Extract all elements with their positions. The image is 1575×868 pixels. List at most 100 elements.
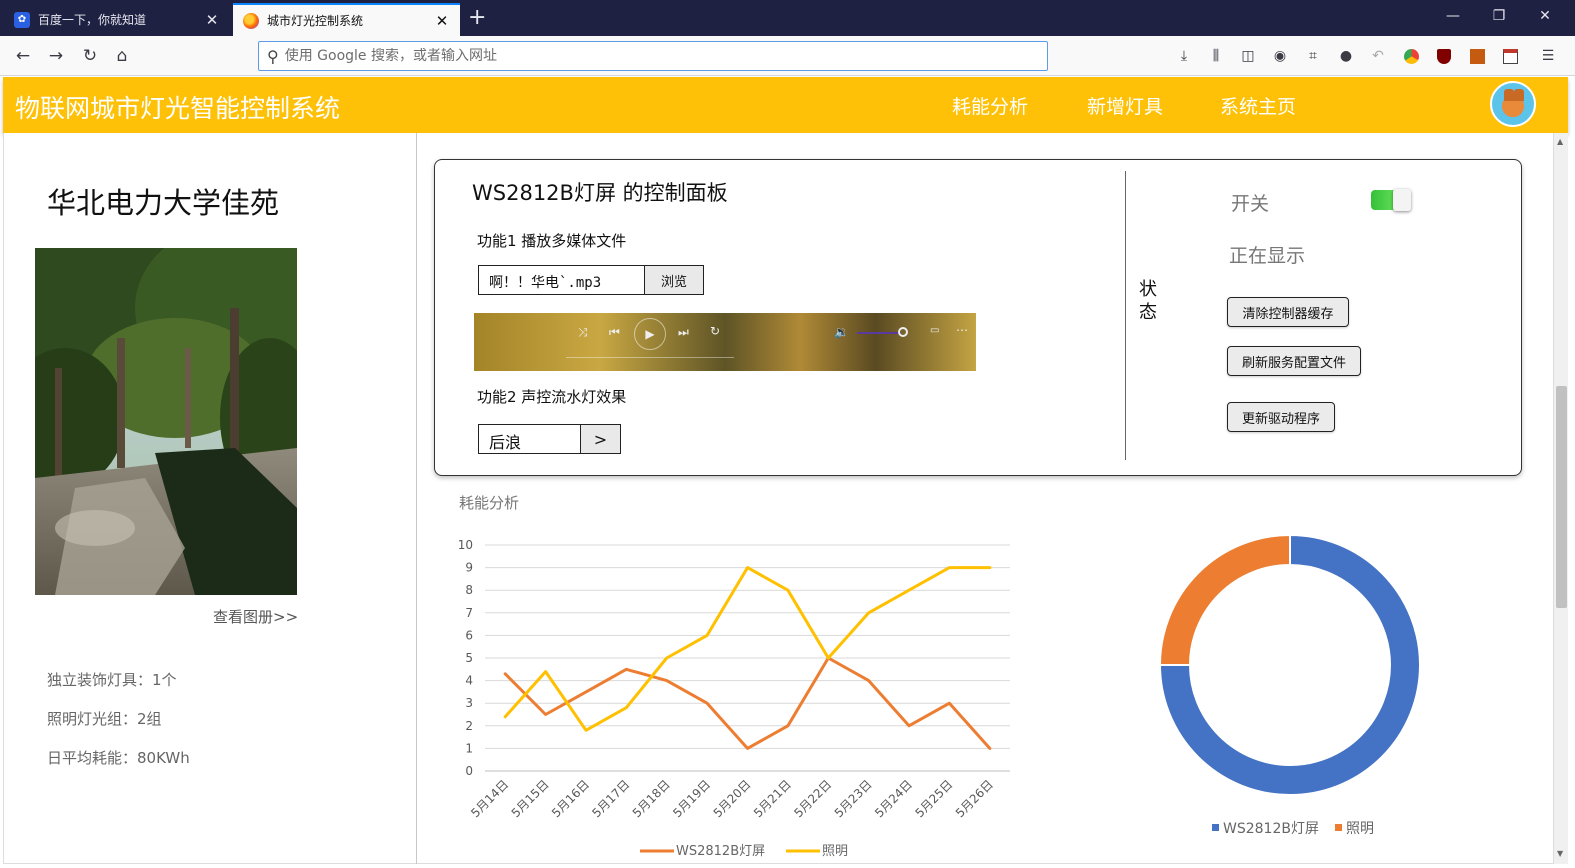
stat-decor-lamps: 独立装饰灯具：1个 [47, 671, 177, 689]
panel-title: WS2812B灯屏 的控制面板 [472, 181, 728, 205]
undo-icon[interactable]: ↶ [1368, 46, 1388, 66]
close-icon[interactable]: ✕ [204, 11, 220, 29]
more-icon[interactable]: ⋯ [956, 323, 968, 337]
tab-title: 城市灯光控制系统 [267, 14, 364, 28]
refresh-config-button[interactable]: 刷新服务配置文件 [1227, 346, 1361, 376]
browse-button[interactable]: 浏览 [644, 265, 704, 295]
firefox-icon [243, 12, 259, 29]
switch-label: 开关 [1231, 193, 1270, 215]
toggle-knob [1393, 189, 1411, 211]
status-value: 正在显示 [1229, 245, 1306, 267]
window-close-icon[interactable]: ✕ [1535, 8, 1555, 24]
nav-system-home[interactable]: 系统主页 [1220, 92, 1296, 119]
calendar-icon[interactable] [1500, 46, 1520, 66]
menu-icon[interactable]: ☰ [1538, 46, 1558, 66]
next-icon[interactable]: ⏭ [678, 325, 689, 340]
url-input[interactable] [284, 48, 1005, 64]
y-tick-label: 1 [465, 741, 473, 755]
new-tab-icon[interactable]: + [468, 6, 486, 30]
nav-add-lamp[interactable]: 新增灯具 [1087, 92, 1163, 119]
media-file-field[interactable]: 啊！！华电`.mp3 [478, 265, 645, 295]
back-icon[interactable]: ← [12, 45, 34, 67]
y-tick-label: 4 [465, 674, 473, 688]
go-button[interactable]: > [580, 424, 621, 454]
x-tick-label: 5月22日 [791, 777, 834, 820]
x-tick-label: 5月25日 [912, 777, 955, 820]
y-tick-label: 9 [465, 561, 473, 575]
sidebar-icon[interactable]: ◫ [1238, 46, 1258, 66]
browser-tab-bar: ✿ 百度一下，你就知道 ✕ 城市灯光控制系统 ✕ + — ❐ ✕ [0, 0, 1575, 36]
extension-icon[interactable] [1467, 46, 1487, 66]
legend-label: 照明 [822, 844, 848, 859]
x-tick-label: 5月14日 [468, 777, 511, 820]
sound-mode-field[interactable]: 后浪 [478, 424, 581, 454]
nav-energy-analysis[interactable]: 耗能分析 [952, 92, 1028, 119]
scrollbar-thumb[interactable] [1556, 386, 1567, 608]
chrome-icon[interactable] [1401, 46, 1421, 66]
ublock-icon[interactable] [1434, 46, 1454, 66]
download-icon[interactable]: ⤓ [1174, 46, 1194, 66]
energy-line-chart: 0 1 2 3 4 5 6 7 8 9 10 5月14日5月15日5月16日5月17日5月18日5月1… [458, 538, 1010, 859]
series-line [503, 566, 992, 732]
miniplayer-icon[interactable]: ▭ [930, 325, 939, 336]
avatar[interactable] [1490, 81, 1536, 127]
app-header: 物联网城市灯光智能控制系统 耗能分析 新增灯具 系统主页 [3, 77, 1568, 133]
legend-label: WS2812B灯屏 [676, 844, 765, 859]
app-title: 物联网城市灯光智能控制系统 [15, 94, 341, 123]
browser-tab-baidu[interactable]: ✿ 百度一下，你就知道 ✕ [4, 3, 230, 36]
x-tick-label: 5月23日 [832, 777, 875, 820]
screenshot-icon[interactable]: ⌗ [1303, 46, 1323, 66]
y-tick-label: 10 [458, 538, 473, 552]
repeat-icon[interactable]: ↻ [710, 324, 720, 338]
energy-analysis-title: 耗能分析 [459, 494, 520, 512]
func1-label: 功能1 播放多媒体文件 [477, 232, 627, 250]
view-gallery-link[interactable]: 查看图册>> [213, 606, 298, 627]
status-label: 状态 [1139, 279, 1157, 323]
close-icon[interactable]: ✕ [434, 12, 450, 30]
place-photo-illustration [35, 248, 297, 595]
media-player: ⤨ ⏮ ▶ ⏭ ↻ 🔉 ▭ ⋯ [474, 313, 976, 371]
x-tick-label: 5月18日 [630, 777, 673, 820]
x-tick-label: 5月16日 [549, 777, 592, 820]
shuffle-icon[interactable]: ⤨ [578, 325, 588, 340]
power-toggle[interactable] [1371, 189, 1411, 211]
browser-tab-light-control[interactable]: 城市灯光控制系统 ✕ [233, 3, 460, 36]
home-icon[interactable]: ⌂ [111, 45, 133, 67]
chat-icon[interactable]: ● [1336, 46, 1356, 66]
browser-nav-bar: ← → ↻ ⌂ ⚲ ⤓ ⫼ ◫ ◉ ⌗ ● ↶ ☰ [0, 36, 1575, 76]
x-tick-label: 5月15日 [509, 777, 552, 820]
library-icon[interactable]: ⫼ [1206, 46, 1226, 66]
donut-slice [1158, 533, 1291, 666]
previous-icon[interactable]: ⏮ [609, 325, 620, 340]
page-scrollbar[interactable]: ▲ ▼ [1553, 133, 1568, 864]
progress-track[interactable] [566, 357, 734, 358]
play-icon[interactable]: ▶ [634, 318, 666, 350]
y-tick-label: 2 [465, 719, 473, 733]
account-icon[interactable]: ◉ [1270, 46, 1290, 66]
stat-lighting-groups: 照明灯光组：2组 [47, 710, 162, 728]
minimize-icon[interactable]: — [1443, 8, 1463, 24]
scroll-down-icon[interactable]: ▼ [1557, 849, 1563, 858]
forward-icon[interactable]: → [45, 45, 67, 67]
volume-track[interactable] [857, 332, 901, 334]
baidu-icon: ✿ [14, 11, 30, 28]
update-driver-button[interactable]: 更新驱动程序 [1227, 402, 1335, 432]
reload-icon[interactable]: ↻ [79, 45, 101, 67]
stat-daily-energy: 日平均耗能：80KWh [47, 749, 190, 767]
search-icon: ⚲ [267, 46, 279, 66]
x-tick-label: 5月19日 [670, 777, 713, 820]
legend-label: WS2812B灯屏 [1223, 821, 1319, 837]
url-bar[interactable]: ⚲ [258, 41, 1048, 71]
volume-knob[interactable] [898, 327, 908, 337]
func2-label: 功能2 声控流水灯效果 [477, 388, 627, 406]
tab-title: 百度一下，你就知道 [38, 13, 147, 27]
clear-cache-button[interactable]: 清除控制器缓存 [1227, 297, 1349, 327]
y-tick-label: 8 [465, 583, 473, 597]
scroll-up-icon[interactable]: ▲ [1557, 137, 1563, 146]
x-tick-label: 5月21日 [751, 777, 794, 820]
restore-icon[interactable]: ❐ [1489, 8, 1509, 24]
volume-icon[interactable]: 🔉 [834, 325, 849, 339]
place-name: 华北电力大学佳苑 [47, 186, 280, 220]
y-tick-label: 6 [465, 628, 473, 642]
sidebar-divider [416, 133, 417, 864]
